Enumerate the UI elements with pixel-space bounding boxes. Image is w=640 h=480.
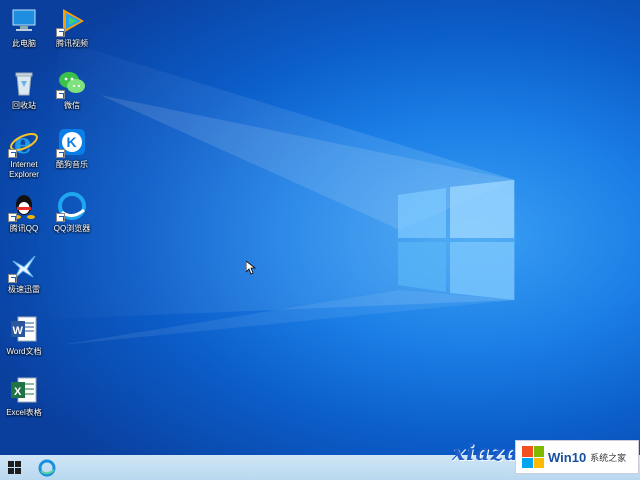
excel-icon: X bbox=[8, 374, 40, 406]
tencent-video-icon bbox=[56, 5, 88, 37]
desktop-icon-xunlei[interactable]: 极速迅雷 bbox=[1, 251, 47, 295]
icon-label: 此电脑 bbox=[12, 39, 36, 48]
brand-name: Win10 bbox=[548, 449, 587, 465]
shortcut-arrow-icon bbox=[56, 213, 65, 222]
shortcut-arrow-icon bbox=[8, 149, 17, 158]
windows-logo-light bbox=[398, 180, 514, 300]
desktop-icon-wechat[interactable]: 微信 bbox=[49, 67, 95, 111]
svg-text:W: W bbox=[13, 325, 24, 337]
icon-label: 极速迅雷 bbox=[8, 285, 40, 294]
windows-light-beam bbox=[30, 40, 515, 345]
windows-logo-icon bbox=[522, 446, 544, 468]
icon-label: 腾讯视频 bbox=[56, 39, 88, 48]
qq-browser-icon bbox=[56, 190, 88, 222]
icon-label: 腾讯QQ bbox=[9, 224, 39, 233]
icon-label: Excel表格 bbox=[6, 408, 42, 417]
desktop-icon-qq-browser[interactable]: QQ浏览器 bbox=[49, 190, 95, 234]
desktop-icon-excel[interactable]: X Excel表格 bbox=[1, 374, 47, 418]
icon-label: 微信 bbox=[64, 101, 80, 110]
svg-text:X: X bbox=[14, 386, 22, 398]
desktop-icon-kugou-music[interactable]: K 酷狗音乐 bbox=[49, 126, 95, 170]
shortcut-arrow-icon bbox=[56, 90, 65, 99]
desktop-icon-tencent-video[interactable]: 腾讯视频 bbox=[49, 5, 95, 49]
icon-label: 回收站 bbox=[12, 101, 36, 110]
icon-label: Word文档 bbox=[6, 347, 42, 356]
desktop-background: 此电脑 腾讯视频 回收站 微信 e Internet Explorer K 酷狗… bbox=[0, 0, 640, 455]
wechat-icon bbox=[56, 67, 88, 99]
xunlei-icon bbox=[8, 251, 40, 283]
icon-label: Internet Explorer bbox=[9, 160, 39, 179]
internet-explorer-icon: e bbox=[8, 126, 40, 160]
desktop-icon-qq[interactable]: 腾讯QQ bbox=[1, 190, 47, 234]
shortcut-arrow-icon bbox=[56, 149, 65, 158]
shortcut-arrow-icon bbox=[8, 274, 17, 283]
shortcut-arrow-icon bbox=[56, 28, 65, 37]
svg-text:K: K bbox=[67, 134, 77, 150]
desktop-icon-recycle-bin[interactable]: 回收站 bbox=[1, 67, 47, 111]
icon-label: QQ浏览器 bbox=[53, 224, 91, 233]
start-icon[interactable] bbox=[8, 461, 21, 474]
kugou-music-icon: K bbox=[56, 126, 88, 158]
desktop-icon-word[interactable]: W Word文档 bbox=[1, 313, 47, 357]
brand-badge: Win10 系统之家 bbox=[515, 440, 639, 474]
recycle-bin-icon bbox=[8, 67, 40, 99]
desktop-icon-this-pc[interactable]: 此电脑 bbox=[1, 5, 47, 49]
edge-icon[interactable] bbox=[38, 459, 56, 477]
shortcut-arrow-icon bbox=[8, 213, 17, 222]
this-pc-icon bbox=[8, 5, 40, 37]
icon-label: 酷狗音乐 bbox=[56, 160, 88, 169]
desktop-icon-internet-explorer[interactable]: e Internet Explorer bbox=[1, 126, 47, 180]
mouse-cursor-icon bbox=[246, 261, 256, 275]
qq-icon bbox=[8, 190, 40, 222]
brand-subtitle: 系统之家 bbox=[590, 452, 627, 463]
word-icon: W bbox=[8, 313, 40, 345]
